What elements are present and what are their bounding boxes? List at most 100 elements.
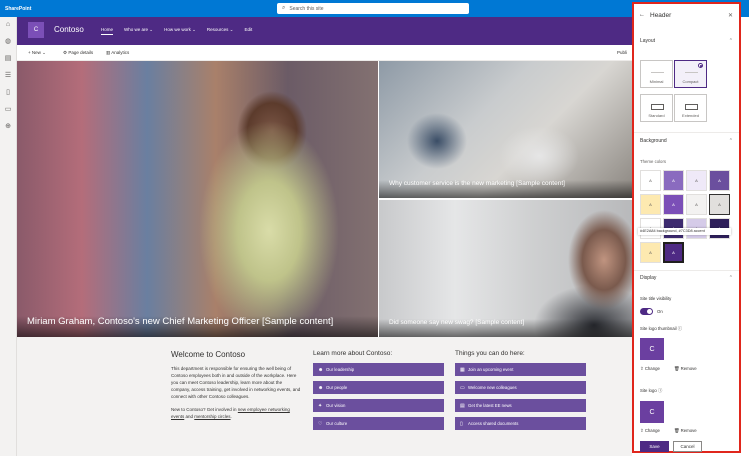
hero-tile-top-right[interactable]: Why customer service is the new marketin… bbox=[379, 61, 632, 198]
analytics-button[interactable]: ▥ Analytics bbox=[106, 50, 129, 56]
theme-swatch[interactable]: A bbox=[663, 194, 684, 215]
background-section-header[interactable]: Background bbox=[640, 138, 733, 144]
nav-who-we-are[interactable]: Who we are ⌄ bbox=[124, 27, 153, 35]
welcome-newcomer-mid: and bbox=[184, 413, 195, 419]
header-settings-panel: ← Header ✕ Layout ⌃ Minimal Compact Stan… bbox=[632, 2, 741, 453]
layout-option-minimal[interactable]: Minimal bbox=[640, 60, 673, 88]
remove-logo-button[interactable]: 🗑 Remove bbox=[674, 428, 697, 434]
page-details-button[interactable]: ⚙ Page details bbox=[63, 50, 93, 56]
learn-more-title: Learn more about Contoso: bbox=[313, 350, 393, 357]
thumbnail-label-text: Site logo thumbnail bbox=[640, 326, 677, 331]
lightbulb-icon: ✦ bbox=[318, 402, 323, 409]
globe-icon[interactable]: ◍ bbox=[4, 38, 12, 46]
divider bbox=[634, 132, 739, 133]
toggle-state-label: On bbox=[657, 309, 663, 314]
theme-swatch[interactable]: A bbox=[663, 170, 684, 191]
layout-section-header[interactable]: Layout bbox=[640, 38, 733, 44]
theme-swatch[interactable]: A bbox=[686, 194, 707, 215]
link-label: Get the latest EE news bbox=[468, 403, 512, 408]
chevron-up-icon[interactable]: ⌃ bbox=[729, 138, 733, 144]
nav-resources[interactable]: Resources ⌄ bbox=[207, 27, 234, 35]
link-join-event[interactable]: ▦ Join an upcoming event bbox=[455, 363, 586, 376]
link-label: Join an upcoming event bbox=[468, 367, 514, 372]
display-section-header[interactable]: Display bbox=[640, 275, 733, 281]
site-logo-label: Site logo ⓘ bbox=[640, 388, 733, 394]
layout-option-compact[interactable]: Compact bbox=[674, 60, 707, 88]
upload-icon: ⇪ bbox=[640, 366, 644, 371]
chevron-up-icon[interactable]: ⌃ bbox=[729, 275, 733, 281]
theme-swatch-selected[interactable]: A bbox=[663, 242, 684, 263]
trash-icon: 🗑 bbox=[674, 428, 680, 433]
site-name[interactable]: Contoso bbox=[54, 25, 84, 34]
news-icon[interactable]: ▤ bbox=[4, 55, 12, 63]
new-button-label: + New bbox=[28, 50, 41, 55]
theme-swatch[interactable]: A bbox=[686, 170, 707, 191]
link-ee-news[interactable]: ▤ Get the latest EE news bbox=[455, 399, 586, 412]
upload-icon: ⇪ bbox=[640, 428, 644, 433]
link-shared-documents[interactable]: ▯ Access shared documents bbox=[455, 417, 586, 430]
add-circle-icon[interactable]: ⊕ bbox=[4, 123, 12, 131]
site-logo[interactable]: C bbox=[28, 22, 44, 38]
info-icon[interactable]: ⓘ bbox=[658, 388, 662, 393]
theme-swatch[interactable]: A bbox=[709, 194, 730, 215]
lists-icon[interactable]: ☰ bbox=[4, 72, 12, 80]
cancel-button[interactable]: Cancel bbox=[673, 441, 702, 452]
search-box[interactable]: ⌕ Search this site bbox=[277, 3, 469, 14]
app-name[interactable]: SharePoint bbox=[5, 6, 31, 12]
calendar-icon: ▦ bbox=[460, 366, 465, 373]
link-our-vision[interactable]: ✦ Our vision bbox=[313, 399, 444, 412]
remove-thumbnail-button[interactable]: 🗑 Remove bbox=[674, 366, 697, 372]
site-title-visibility-label: Site title visibility bbox=[640, 296, 672, 301]
page-details-label: Page details bbox=[68, 50, 94, 55]
layout-option-extended[interactable]: Extended bbox=[674, 94, 707, 122]
nav-resources-label: Resources bbox=[206, 27, 229, 32]
chevron-up-icon[interactable]: ⌃ bbox=[729, 38, 733, 44]
nav-how-we-work[interactable]: How we work ⌄ bbox=[164, 27, 196, 35]
link-our-leadership[interactable]: ☻ Our leadership bbox=[313, 363, 444, 376]
site-title-toggle[interactable] bbox=[640, 308, 653, 315]
save-button[interactable]: Save bbox=[640, 441, 669, 452]
link-our-culture[interactable]: ♡ Our culture bbox=[313, 417, 444, 430]
document-icon: ▯ bbox=[460, 420, 463, 427]
document-icon[interactable]: ▯ bbox=[4, 89, 12, 97]
change-logo-button[interactable]: ⇪ Change bbox=[640, 428, 660, 434]
top-navigation: Home Who we are ⌄ How we work ⌄ Resource… bbox=[101, 27, 252, 35]
publish-button[interactable]: Publi bbox=[617, 50, 627, 55]
nav-edit[interactable]: Edit bbox=[244, 27, 252, 35]
search-placeholder: Search this site bbox=[289, 5, 324, 12]
standard-layout-icon bbox=[651, 104, 664, 110]
content-section: Welcome to Contoso This department is re… bbox=[17, 337, 632, 456]
site-logo-thumbnail-preview: C bbox=[640, 338, 664, 360]
left-app-bar: ⌂ ◍ ▤ ☰ ▯ ▭ ⊕ bbox=[0, 17, 17, 456]
swatch-tooltip: #4E2A84 background, #7C3D8 accent bbox=[638, 228, 731, 235]
site-header: C Contoso Home Who we are ⌄ How we work … bbox=[17, 17, 632, 45]
theme-swatch[interactable]: A bbox=[640, 242, 661, 263]
close-icon[interactable]: ✕ bbox=[728, 12, 733, 19]
theme-swatch[interactable]: A bbox=[640, 170, 661, 191]
layout-option-standard[interactable]: Standard bbox=[640, 94, 673, 122]
link-welcome-colleagues[interactable]: ▭ Welcome new colleagues bbox=[455, 381, 586, 394]
change-thumbnail-button[interactable]: ⇪ Change bbox=[640, 366, 660, 372]
library-icon[interactable]: ▭ bbox=[4, 106, 12, 114]
welcome-newcomer-prefix: New to Contoso? Get involved in bbox=[171, 406, 238, 412]
hero-tile-bottom-right[interactable]: Did someone say new swag? [Sample conten… bbox=[379, 200, 632, 337]
hero-tile-caption: Why customer service is the new marketin… bbox=[379, 180, 632, 198]
nav-how-we-work-label: How we work bbox=[164, 27, 191, 32]
link-our-people[interactable]: ☻ Our people bbox=[313, 381, 444, 394]
theme-swatch[interactable]: A bbox=[709, 170, 730, 191]
new-button[interactable]: + New ⌄ bbox=[28, 50, 46, 56]
theme-swatch[interactable]: A bbox=[640, 194, 661, 215]
link-label: Our people bbox=[326, 385, 348, 390]
link-label: Our vision bbox=[326, 403, 346, 408]
trash-icon: 🗑 bbox=[674, 366, 680, 371]
nav-home[interactable]: Home bbox=[101, 27, 114, 35]
mentorship-circles-link[interactable]: mentorship circles bbox=[194, 414, 230, 419]
panel-title: Header bbox=[650, 12, 672, 19]
learn-more-column: Learn more about Contoso: ☻ Our leadershi… bbox=[313, 350, 444, 435]
hero-tile-main[interactable]: Miriam Graham, Contoso's new Chief Marke… bbox=[17, 61, 378, 337]
back-arrow-icon[interactable]: ← bbox=[639, 12, 645, 18]
link-label: Our leadership bbox=[326, 367, 355, 372]
analytics-label: Analytics bbox=[111, 50, 130, 55]
home-icon[interactable]: ⌂ bbox=[4, 21, 12, 29]
info-icon[interactable]: ⓘ bbox=[678, 326, 682, 331]
